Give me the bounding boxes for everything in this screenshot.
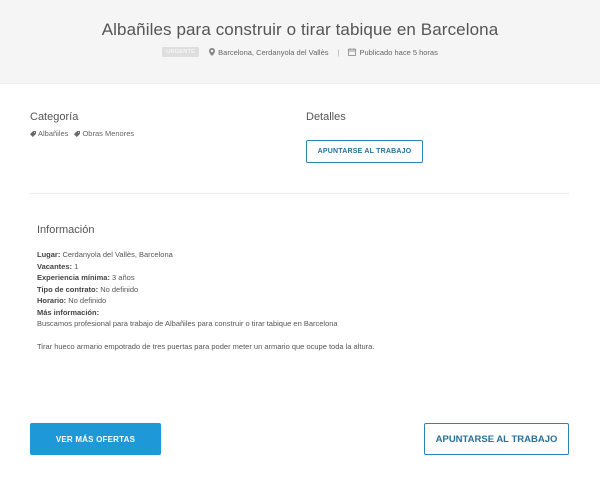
section-divider [30,193,569,194]
info-description-1: Buscamos profesional para trabajo de Alb… [37,319,338,328]
info-vacantes: Vacantes: 1 [37,261,79,271]
info-lugar: Lugar: Cerdanyola del Vallès, Barcelona [37,250,173,259]
job-information: Lugar: Cerdanyola del Vallès, Barcelona … [37,249,557,352]
calendar-icon [348,48,357,56]
category-tags: Albañiles Obras Menores [30,129,140,138]
info-mas-label: Más información: [37,307,100,317]
published-date: Publicado hace 5 horas [348,47,438,57]
tag-label: Obras Menores [82,129,135,138]
published-text: Publicado hace 5 horas [359,47,438,57]
location-text: Barcelona, Cerdanyola del Vallès [218,47,329,57]
apply-button-top[interactable]: Apuntarse al trabajo [306,140,423,163]
info-description-2: Tirar hueco armario empotrado de tres pu… [37,341,375,351]
info-horario: Horario: No definido [37,296,107,305]
tag-obras-menores[interactable]: Obras Menores [74,129,134,138]
tag-icon [30,130,36,137]
location: Barcelona, Cerdanyola del Vallès [209,47,329,57]
map-pin-icon [209,48,216,56]
tag-icon [74,130,81,137]
status-badge: urgente [162,47,200,57]
tag-albaniles[interactable]: Albañiles [30,129,68,138]
categoria-title: Categoría [30,111,79,123]
more-offers-button[interactable]: Ver más ofertas [30,423,161,455]
job-header: Albañiles para construir o tirar tabique… [0,0,600,84]
detalles-title: Detalles [306,111,346,123]
job-meta: urgente Barcelona, Cerdanyola del Vallès… [0,47,600,57]
info-experiencia: Experiencia mínima: 3 años [37,273,135,282]
meta-separator: | [337,47,340,57]
page-title: Albañiles para construir o tirar tabique… [101,20,499,39]
info-contrato: Tipo de contrato: No definido [37,284,139,294]
informacion-title: Información [37,224,95,236]
apply-button-bottom[interactable]: Apuntarse al trabajo [424,423,569,455]
tag-label: Albañiles [38,129,69,138]
